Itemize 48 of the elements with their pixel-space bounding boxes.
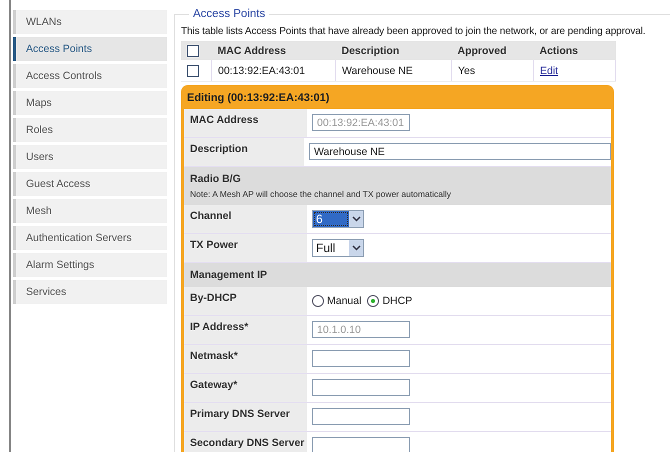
sidebar-item[interactable]: Services [13, 280, 167, 304]
dropdown[interactable]: Full [312, 238, 364, 256]
edit-link[interactable]: Edit [540, 64, 558, 76]
input-field[interactable] [312, 408, 410, 425]
field-label: Netmask* [190, 350, 238, 362]
checkbox[interactable] [187, 64, 199, 77]
section-heading: Management IP [190, 269, 268, 281]
input-field[interactable] [312, 379, 410, 396]
field-label: Gateway* [190, 379, 238, 391]
column-header: Actions [540, 44, 578, 56]
column-header: Description [342, 44, 400, 56]
column-header: Approved [458, 44, 507, 56]
sidebar-item[interactable]: Roles [13, 118, 167, 142]
radio-option[interactable]: Manual [312, 294, 362, 306]
sidebar-item[interactable]: Access Controls [13, 64, 167, 88]
input-field[interactable] [312, 350, 410, 367]
sidebar-item[interactable]: Users [13, 145, 167, 169]
field-label: Channel [190, 210, 232, 222]
checkbox[interactable] [187, 44, 199, 57]
note-text: Note: A Mesh AP will choose the channel and TX power automatically [190, 189, 452, 199]
sidebar-item[interactable]: Alarm Settings [13, 253, 167, 277]
chevron-down-icon [352, 244, 360, 250]
input-field[interactable] [312, 437, 410, 452]
field-label: MAC Address [190, 114, 258, 126]
sidebar-item[interactable]: Authentication Servers [13, 226, 167, 250]
section-heading: Radio B/G [190, 173, 242, 185]
field-label: By-DHCP [190, 292, 237, 304]
table-cell: 00:13:92:EA:43:01 [218, 64, 305, 76]
field-label: TX Power [190, 239, 238, 251]
sidebar-item[interactable]: Mesh [13, 199, 167, 223]
input-field[interactable]: Warehouse NE [309, 143, 611, 160]
table-cell: Yes [458, 64, 476, 76]
field-label: IP Address* [190, 321, 248, 333]
field-label: Secondary DNS Server [190, 437, 304, 449]
sidebar-item[interactable]: WLANs [13, 10, 167, 34]
table-cell: Warehouse NE [342, 64, 413, 76]
editor-title: Editing (00:13:92:EA:43:01) [186, 91, 330, 106]
sidebar-item[interactable]: Maps [13, 91, 167, 115]
field-label: Description [190, 143, 248, 155]
dropdown[interactable]: 6 [312, 210, 364, 228]
field-label: Primary DNS Server [190, 408, 290, 420]
description-text: This table lists Access Points that have already been approved to join the network, or are pending approval. [181, 26, 646, 37]
column-header: MAC Address [218, 44, 286, 56]
radio-option[interactable]: DHCP [367, 294, 412, 306]
section-title: Access Points [192, 8, 266, 20]
sidebar-item[interactable]: Access Points [13, 37, 167, 61]
chevron-down-icon [352, 216, 360, 222]
sidebar-item[interactable]: Guest Access [13, 172, 167, 196]
